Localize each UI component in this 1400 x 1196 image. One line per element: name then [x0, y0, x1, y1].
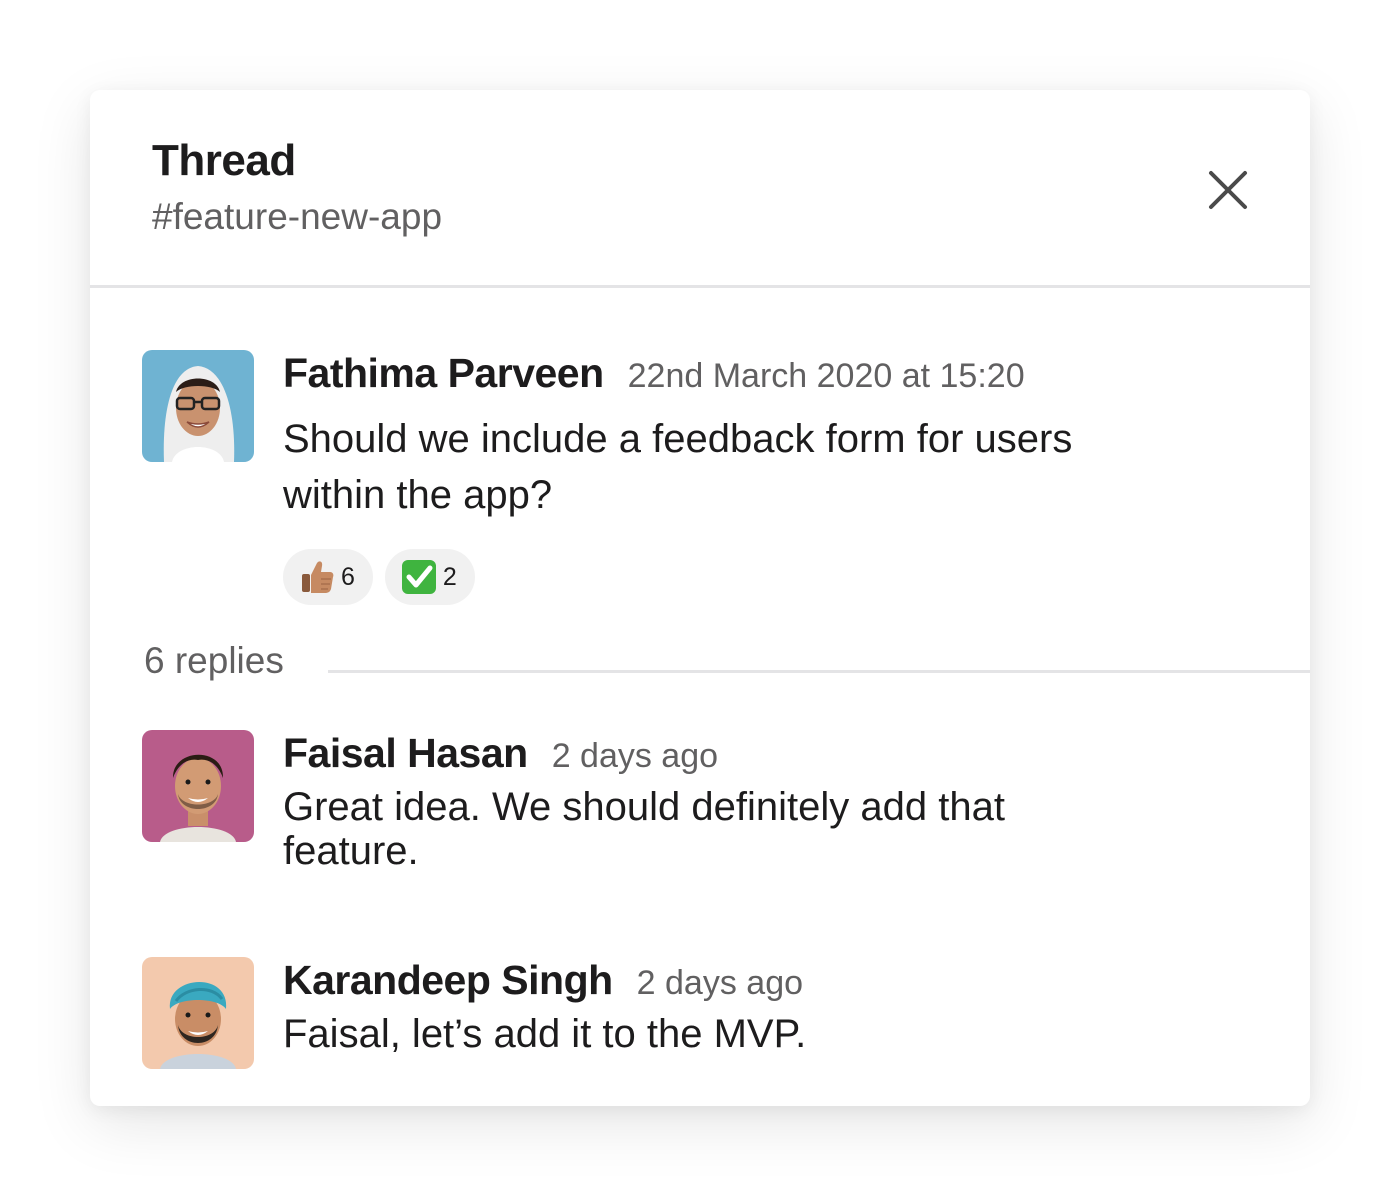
message-timestamp[interactable]: 22nd March 2020 at 15:20 — [628, 357, 1025, 396]
message-text-line: Should we include a feedback form for us… — [283, 417, 1073, 461]
message-text-line: Faisal, let’s add it to the MVP. — [283, 1012, 807, 1056]
author-name[interactable]: Fathima Parveen — [283, 350, 604, 397]
message-text: Great idea. We should definitely add tha… — [283, 785, 1263, 873]
message-body: Fathima Parveen 22nd March 2020 at 15:20… — [283, 350, 1263, 605]
reaction-count: 2 — [442, 562, 457, 591]
message-header: Faisal Hasan 2 days ago — [283, 730, 1263, 777]
thread-channel-name[interactable]: #feature-new-app — [152, 196, 442, 238]
message-body: Faisal Hasan 2 days ago Great idea. We s… — [283, 730, 1263, 873]
message-timestamp[interactable]: 2 days ago — [552, 737, 718, 776]
close-icon — [1209, 171, 1247, 209]
author-name[interactable]: Karandeep Singh — [283, 957, 613, 1004]
message-header: Karandeep Singh 2 days ago — [283, 957, 1263, 1004]
message-header: Fathima Parveen 22nd March 2020 at 15:20 — [283, 350, 1263, 397]
thread-title: Thread — [152, 136, 296, 185]
message-text-line: within the app? — [283, 473, 553, 517]
avatar[interactable] — [142, 350, 254, 462]
thumbs-up-icon — [302, 561, 334, 593]
message-text-line: Great idea. We should definitely add tha… — [283, 785, 1005, 829]
replies-divider: 6 replies — [144, 640, 1310, 690]
message-text-line: feature. — [283, 829, 419, 873]
avatar-fathima-image — [142, 350, 254, 462]
replies-count-label: 6 replies — [144, 640, 284, 681]
divider-line — [328, 670, 1310, 673]
avatar-faisal-image — [142, 730, 254, 842]
thread-header: Thread #feature-new-app — [90, 90, 1310, 288]
reaction-check-mark[interactable]: 2 — [384, 549, 475, 605]
avatar-karandeep-image — [142, 957, 254, 1069]
message-body: Karandeep Singh 2 days ago Faisal, let’s… — [283, 957, 1263, 1056]
white-check-mark-icon — [401, 560, 436, 594]
thread-panel: Thread #feature-new-app Fathima Parveen … — [90, 90, 1310, 1106]
author-name[interactable]: Faisal Hasan — [283, 730, 528, 777]
message-timestamp[interactable]: 2 days ago — [637, 964, 803, 1003]
message-text: Should we include a feedback form for us… — [283, 411, 1263, 523]
reaction-thumbs-up[interactable]: 6 — [283, 549, 373, 605]
avatar[interactable] — [142, 730, 254, 842]
reaction-count: 6 — [341, 562, 355, 591]
reactions-bar: 6 2 — [283, 549, 1263, 605]
avatar[interactable] — [142, 957, 254, 1069]
message-text: Faisal, let’s add it to the MVP. — [283, 1012, 1263, 1056]
close-button[interactable] — [1200, 162, 1256, 218]
